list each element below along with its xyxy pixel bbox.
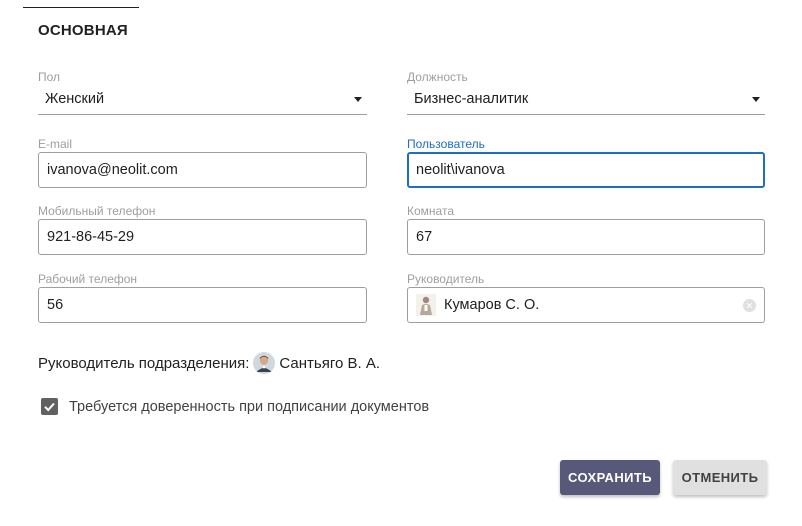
position-label: Должность <box>407 70 468 84</box>
position-value: Бизнес-аналитик <box>414 91 529 107</box>
manager-label: Руководитель <box>407 272 485 286</box>
work-phone-field: Рабочий телефон <box>38 272 367 323</box>
work-phone-input[interactable] <box>47 297 358 313</box>
email-input-box <box>38 152 367 188</box>
room-input-box <box>407 219 765 255</box>
power-of-attorney-row: Требуется доверенность при подписании до… <box>41 398 429 415</box>
dropdown-caret-icon <box>354 97 362 102</box>
email-label: E-mail <box>38 137 73 151</box>
power-of-attorney-label: Требуется доверенность при подписании до… <box>69 398 430 415</box>
manager-avatar <box>416 294 436 316</box>
department-head-label: Руководитель подразделения: <box>38 354 250 372</box>
user-field: Пользователь <box>407 137 765 188</box>
position-field: Должность Бизнес-аналитик <box>407 70 765 115</box>
department-head: Руководитель подразделения: Сантьяго В. … <box>38 352 380 374</box>
room-field: Комната <box>407 204 765 255</box>
save-button[interactable]: СОХРАНИТЬ <box>560 460 660 495</box>
user-input[interactable] <box>416 162 756 178</box>
section-title: ОСНОВНАЯ <box>38 22 128 39</box>
position-select[interactable]: Бизнес-аналитик <box>407 88 765 115</box>
room-input[interactable] <box>416 229 756 245</box>
cancel-button[interactable]: ОТМЕНИТЬ <box>673 460 767 495</box>
manager-picker[interactable]: Кумаров С. О. <box>407 287 765 323</box>
user-label: Пользователь <box>407 137 485 151</box>
mobile-label: Мобильный телефон <box>38 204 156 218</box>
gender-field: Пол Женский <box>38 70 367 115</box>
check-icon <box>44 402 55 412</box>
email-input[interactable] <box>47 162 358 178</box>
manager-field: Руководитель Кумаров С. О. <box>407 272 765 323</box>
active-tab-underline <box>23 7 139 8</box>
work-phone-label: Рабочий телефон <box>38 272 138 286</box>
power-of-attorney-checkbox[interactable] <box>41 398 58 415</box>
room-label: Комната <box>407 204 454 218</box>
dropdown-caret-icon <box>752 97 760 102</box>
email-field: E-mail <box>38 137 367 188</box>
department-head-name: Сантьяго В. А. <box>279 354 381 372</box>
mobile-field: Мобильный телефон <box>38 204 367 255</box>
mobile-input-box <box>38 219 367 255</box>
work-phone-input-box <box>38 287 367 323</box>
clear-icon[interactable] <box>743 298 756 312</box>
user-input-box <box>407 152 765 188</box>
mobile-input[interactable] <box>47 229 358 245</box>
department-head-avatar <box>253 352 276 374</box>
manager-value: Кумаров С. О. <box>444 297 540 313</box>
gender-select[interactable]: Женский <box>38 88 367 115</box>
gender-value: Женский <box>45 91 105 107</box>
gender-label: Пол <box>38 70 61 84</box>
